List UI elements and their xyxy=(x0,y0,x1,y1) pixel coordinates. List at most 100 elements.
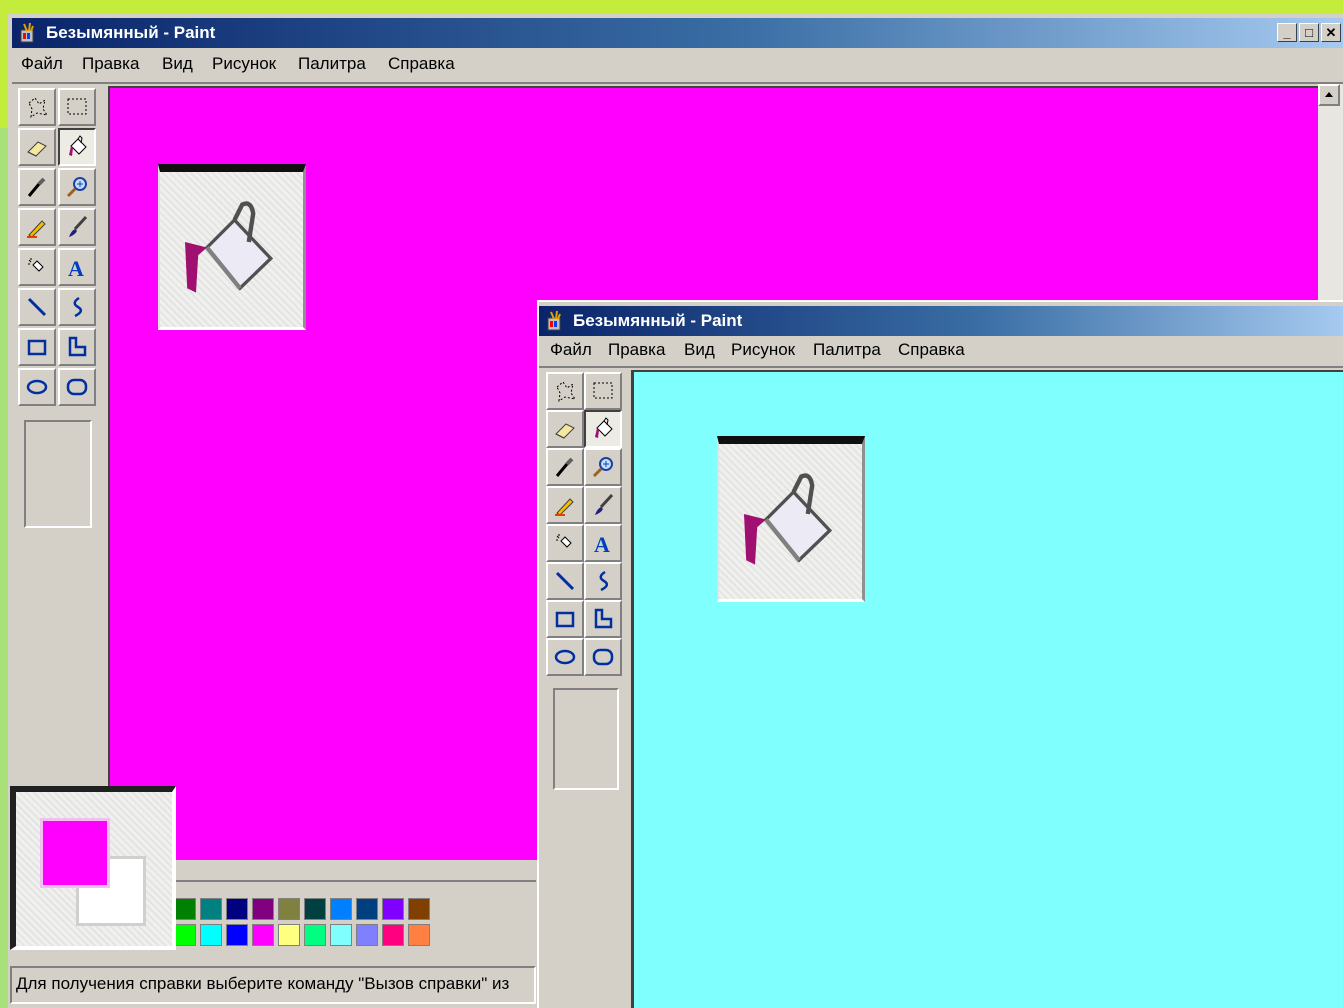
menu-colors[interactable]: Палитра xyxy=(813,340,881,360)
rectangle-icon xyxy=(27,339,47,356)
rect-select-tool-button[interactable] xyxy=(58,88,96,126)
eraser-tool-button[interactable] xyxy=(18,128,56,166)
pencil-tool-button[interactable] xyxy=(546,486,584,524)
minimize-button[interactable]: _ xyxy=(1277,23,1297,42)
polygon-tool-button[interactable] xyxy=(58,328,96,366)
color-picker-icon xyxy=(27,177,46,197)
palette-swatch[interactable] xyxy=(200,924,222,946)
menu-image[interactable]: Рисунок xyxy=(731,340,795,360)
rounded-rect-tool-button[interactable] xyxy=(584,638,622,676)
slide-top-border xyxy=(0,0,1343,14)
menu-separator xyxy=(539,366,1343,368)
magnifier-tool-button[interactable] xyxy=(58,168,96,206)
brush-tool-button[interactable] xyxy=(58,208,96,246)
menu-edit[interactable]: Правка xyxy=(82,54,139,74)
paint-window-front: Безымянный - Paint Файл Правка Вид Рисун… xyxy=(537,300,1343,1008)
menu-file[interactable]: Файл xyxy=(550,340,592,360)
tool-options-box[interactable] xyxy=(553,688,619,790)
ellipse-tool-button[interactable] xyxy=(546,638,584,676)
brush-tool-button[interactable] xyxy=(584,486,622,524)
palette-swatch[interactable] xyxy=(226,898,248,920)
color-picker-tool-button[interactable] xyxy=(546,448,584,486)
free-select-icon xyxy=(556,381,577,403)
magnifier-icon xyxy=(592,457,613,478)
curve-tool-button[interactable] xyxy=(58,288,96,326)
fill-bucket-tool-button[interactable] xyxy=(584,410,622,448)
airbrush-tool-button[interactable] xyxy=(546,524,584,562)
vertical-scrollbar[interactable] xyxy=(1318,84,1343,302)
airbrush-tool-button[interactable] xyxy=(18,248,56,286)
curve-tool-button[interactable] xyxy=(584,562,622,600)
window-title: Безымянный - Paint xyxy=(46,23,216,42)
polygon-tool-button[interactable] xyxy=(584,600,622,638)
title-bar[interactable]: Безымянный - Paint _ □ ✕ xyxy=(12,18,1343,48)
menu-file[interactable]: Файл xyxy=(21,54,63,74)
menu-colors[interactable]: Палитра xyxy=(298,54,366,74)
palette-swatch[interactable] xyxy=(278,898,300,920)
status-text: Для получения справки выберите команду "… xyxy=(16,974,510,993)
zoomed-fill-tool-image xyxy=(158,164,306,330)
line-tool-button[interactable] xyxy=(546,562,584,600)
palette-swatch[interactable] xyxy=(174,898,196,920)
palette-swatch[interactable] xyxy=(408,898,430,920)
status-bar: Для получения справки выберите команду "… xyxy=(10,966,536,1004)
eraser-tool-button[interactable] xyxy=(546,410,584,448)
menu-edit[interactable]: Правка xyxy=(608,340,665,360)
curve-icon xyxy=(599,570,609,592)
tool-options-box[interactable] xyxy=(24,420,92,528)
title-bar-front[interactable]: Безымянный - Paint xyxy=(539,306,1343,336)
ellipse-icon xyxy=(554,649,576,665)
palette-swatch[interactable] xyxy=(304,898,326,920)
rectangle-tool-button[interactable] xyxy=(546,600,584,638)
text-tool-button[interactable]: A xyxy=(58,248,96,286)
window-title: Безымянный - Paint xyxy=(573,311,743,330)
text-tool-button[interactable]: A xyxy=(584,524,622,562)
menu-bar: Файл Правка Вид Рисунок Палитра Справка xyxy=(12,50,1343,80)
palette-swatch[interactable] xyxy=(382,924,404,946)
pencil-icon xyxy=(27,220,46,238)
eraser-icon xyxy=(555,423,575,439)
close-button[interactable]: ✕ xyxy=(1321,23,1341,42)
palette-swatch[interactable] xyxy=(304,924,326,946)
menu-image[interactable]: Рисунок xyxy=(212,54,276,74)
palette-swatch[interactable] xyxy=(356,898,378,920)
palette-swatch[interactable] xyxy=(226,924,248,946)
rect-select-tool-button[interactable] xyxy=(584,372,622,410)
foreground-color-swatch xyxy=(40,818,110,888)
palette-swatch[interactable] xyxy=(408,924,430,946)
palette-swatch[interactable] xyxy=(252,924,274,946)
palette-swatch[interactable] xyxy=(356,924,378,946)
palette-swatch[interactable] xyxy=(174,924,196,946)
palette-swatch[interactable] xyxy=(330,898,352,920)
line-icon xyxy=(27,297,47,317)
rectangle-icon xyxy=(555,611,575,628)
menu-help[interactable]: Справка xyxy=(898,340,965,360)
magnifier-tool-button[interactable] xyxy=(584,448,622,486)
line-tool-button[interactable] xyxy=(18,288,56,326)
fill-bucket-tool-button[interactable] xyxy=(58,128,96,166)
rounded-rect-icon xyxy=(592,648,614,666)
menu-view[interactable]: Вид xyxy=(162,54,193,74)
maximize-button[interactable]: □ xyxy=(1299,23,1319,42)
pencil-tool-button[interactable] xyxy=(18,208,56,246)
menu-help[interactable]: Справка xyxy=(388,54,455,74)
color-picker-tool-button[interactable] xyxy=(18,168,56,206)
palette-swatch[interactable] xyxy=(252,898,274,920)
palette-swatch[interactable] xyxy=(200,898,222,920)
menu-separator xyxy=(12,82,1343,84)
menu-view[interactable]: Вид xyxy=(684,340,715,360)
rectangle-tool-button[interactable] xyxy=(18,328,56,366)
palette-swatch[interactable] xyxy=(382,898,404,920)
rect-select-icon xyxy=(67,98,87,115)
ellipse-icon xyxy=(26,379,48,395)
ellipse-tool-button[interactable] xyxy=(18,368,56,406)
palette-swatch[interactable] xyxy=(330,924,352,946)
palette-swatch[interactable] xyxy=(278,924,300,946)
paint-app-icon xyxy=(20,22,34,43)
rounded-rect-tool-button[interactable] xyxy=(58,368,96,406)
free-select-tool-button[interactable] xyxy=(546,372,584,410)
menu-bar-front: Файл Правка Вид Рисунок Палитра Справка xyxy=(539,336,1343,366)
free-select-tool-button[interactable] xyxy=(18,88,56,126)
fill-bucket-icon xyxy=(69,135,87,156)
scroll-up-button[interactable] xyxy=(1318,84,1340,106)
